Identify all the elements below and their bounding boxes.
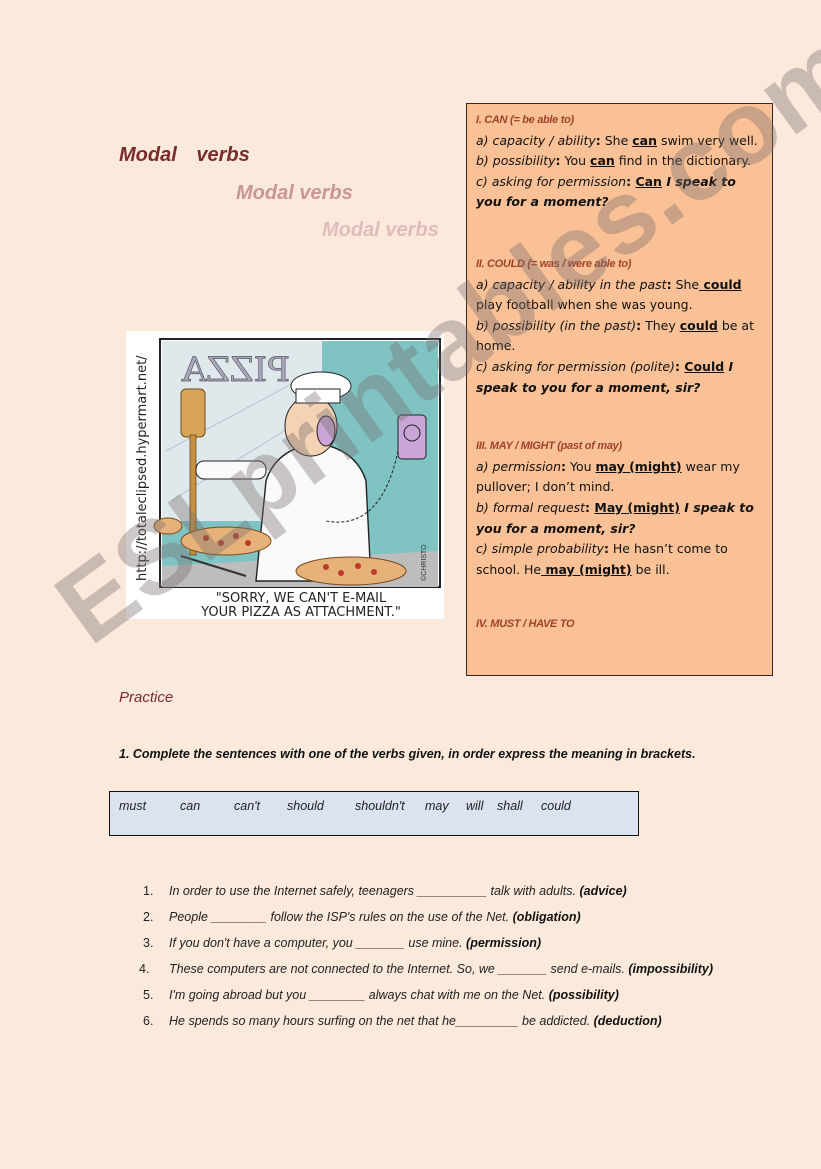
exercise-sentence: People ________ follow the ISP's rules o…	[169, 910, 513, 924]
word-bank-item: shouldn't	[355, 799, 405, 813]
page-title: Modal verbs	[119, 144, 250, 166]
word-bank-item: may	[425, 799, 449, 813]
exercise-hint: (impossibility)	[628, 962, 714, 976]
cartoon-caption-line-1: "SORRY, WE CAN'T E-MAIL	[216, 591, 387, 606]
rule-line: c) simple probability: He hasn’t come to…	[476, 541, 728, 577]
section-can: I. CAN (= be able to) a) capacity / abil…	[476, 110, 764, 213]
rule-line: a) permission: You may (might) wear my p…	[476, 458, 740, 495]
word-bank-item: will	[466, 799, 484, 813]
cartoon-url: http://totaleclipsed.hypermart.net/	[135, 355, 150, 581]
section-heading: IV. MUST / HAVE TO	[476, 618, 575, 631]
exercise-item: 1. In order to use the Internet safely, …	[143, 884, 627, 898]
word-bank-item: could	[541, 799, 571, 813]
exercise-sentence: In order to use the Internet safely, tee…	[169, 884, 580, 898]
rule-line: c) asking for permission (polite): Could…	[476, 358, 734, 395]
rule-line: a) capacity / ability: She can swim very…	[476, 132, 758, 148]
rule-line: b) formal request: May (might) I speak t…	[476, 499, 754, 536]
grammar-box: I. CAN (= be able to) a) capacity / abil…	[466, 103, 773, 676]
section-may-might: III. MAY / MIGHT (past of may) a) permis…	[476, 436, 764, 580]
rule-line: b) possibility: You can find in the dict…	[476, 153, 751, 169]
exercise-hint: (permission)	[466, 936, 542, 950]
practice-heading: Practice	[119, 689, 174, 706]
pizza-sign: PIZZA	[181, 350, 290, 390]
rule-line: a) capacity / ability in the past: She c…	[476, 276, 742, 313]
word-bank-item: can	[180, 799, 201, 813]
exercise-hint: (possibility)	[548, 988, 619, 1002]
exercise-hint: (obligation)	[512, 910, 581, 924]
exercise-item: 2. People ________ follow the ISP's rule…	[143, 910, 581, 924]
exercise-item: 4. These computers are not connected to …	[139, 962, 714, 976]
word-bank-item: must	[119, 799, 147, 813]
exercise-item: 5. I'm going abroad but you ________ alw…	[143, 988, 619, 1002]
exercise-hint: (deduction)	[593, 1014, 662, 1028]
cartoon-caption-line-2: YOUR PIZZA AS ATTACHMENT."	[200, 605, 401, 619]
exercise-list: 1. In order to use the Internet safely, …	[135, 882, 735, 1038]
word-bank-item: shall	[497, 799, 523, 813]
word-bank-item: can't	[234, 799, 261, 813]
section-must-have-to: IV. MUST / HAVE TO	[476, 614, 764, 635]
rule-line: b) possibility (in the past): They could…	[476, 317, 754, 354]
section-heading: II. COULD (= was / were able to)	[476, 257, 632, 270]
word-bank-item: should	[287, 799, 324, 813]
exercise-item: 3. If you don't have a computer, you ___…	[143, 936, 542, 950]
rule-line: c) asking for permission: Can I speak to…	[476, 173, 736, 210]
section-heading: III. MAY / MIGHT (past of may)	[476, 440, 622, 453]
section-could: II. COULD (= was / were able to) a) capa…	[476, 254, 764, 398]
pizza-cartoon: PIZZA http://totaleclipsed.hypermart.net…	[126, 331, 444, 620]
exercise-hint: (advice)	[579, 884, 627, 898]
exercise-sentence: He spends so many hours surfing on the n…	[169, 1014, 594, 1028]
cartoon-signature: ©CHRISTO	[420, 544, 428, 581]
section-heading: I. CAN (= be able to)	[476, 114, 574, 126]
page-title-shadow-1: Modal verbs	[236, 182, 353, 204]
exercise-sentence: These computers are not connected to the…	[169, 962, 629, 976]
exercise-instruction: 1. Complete the sentences with one of th…	[119, 747, 696, 761]
cartoon-illustration: PIZZA http://totaleclipsed.hypermart.net…	[126, 331, 444, 620]
word-bank: must can can't should shouldn't may will…	[109, 791, 639, 836]
page-title-shadow-2: Modal verbs	[322, 219, 439, 241]
exercise-item: 6. He spends so many hours surfing on th…	[143, 1014, 662, 1028]
exercise-sentence: I'm going abroad but you ________ always…	[169, 988, 549, 1002]
exercise-sentence: If you don't have a computer, you ______…	[169, 936, 467, 950]
